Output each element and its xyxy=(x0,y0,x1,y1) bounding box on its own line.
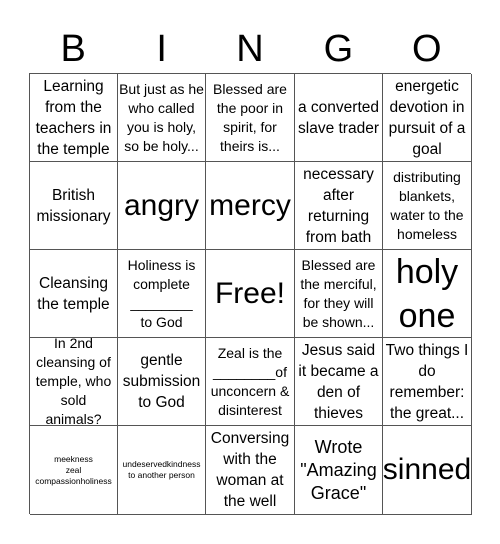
bingo-header: B I N G O xyxy=(29,26,471,72)
bingo-cell[interactable]: holy one xyxy=(383,250,472,338)
bingo-cell[interactable]: Cleansing the temple xyxy=(30,250,118,338)
bingo-cell[interactable]: Zeal is the ________of unconcern & disin… xyxy=(206,338,295,426)
cell-text: Holiness is complete ________ to God xyxy=(127,256,196,330)
cell-text: necessary after returning from bath xyxy=(303,165,374,246)
bingo-cell[interactable]: angry xyxy=(118,162,206,250)
bingo-cell[interactable]: undeservedkindness to another person xyxy=(118,426,206,515)
cell-text: Wrote "Amazing Grace" xyxy=(300,436,377,503)
cell-text: Learning from the teachers in the temple xyxy=(35,77,112,158)
cell-text: mercy xyxy=(209,188,291,222)
header-letter-i: I xyxy=(156,28,167,70)
free-space-cell[interactable]: Free! xyxy=(206,250,295,338)
cell-text: Conversing with the woman at the well xyxy=(210,430,290,510)
header-letter-g: G xyxy=(323,28,354,70)
header-letter-o: O xyxy=(412,28,442,70)
cell-text: sinned xyxy=(383,453,472,486)
bingo-cell[interactable]: gentle submission to God xyxy=(118,338,206,426)
bingo-cell[interactable]: Holiness is complete ________ to God xyxy=(118,250,206,338)
cell-text: In 2nd cleansing of temple, who sold ani… xyxy=(35,338,112,426)
bingo-cell[interactable]: Blessed are the merciful, for they will … xyxy=(295,250,383,338)
cell-text: British missionary xyxy=(36,186,111,225)
bingo-cell[interactable]: Learning from the teachers in the temple xyxy=(30,74,118,162)
cell-text: energetic devotion in pursuit of a goal xyxy=(388,77,466,158)
bingo-cell[interactable]: sinned xyxy=(383,426,472,515)
cell-text: a converted slave trader xyxy=(298,98,379,137)
cell-text: Blessed are the merciful, for they will … xyxy=(300,256,377,330)
cell-text: Zeal is the ________of unconcern & disin… xyxy=(210,344,290,418)
bingo-cell[interactable]: meekness zeal compassionholiness xyxy=(30,426,118,515)
bingo-cell[interactable]: Conversing with the woman at the well xyxy=(206,426,295,515)
bingo-cell[interactable]: necessary after returning from bath xyxy=(295,162,383,250)
bingo-cell[interactable]: Wrote "Amazing Grace" xyxy=(295,426,383,515)
bingo-cell[interactable]: mercy xyxy=(206,162,295,250)
cell-text: But just as he who called you is holy, s… xyxy=(119,80,204,154)
cell-text: meekness zeal compassionholiness xyxy=(35,453,112,486)
cell-text: Cleansing the temple xyxy=(37,274,110,313)
cell-text: distributing blankets, water to the home… xyxy=(390,168,464,242)
bingo-cell[interactable]: a converted slave trader xyxy=(295,74,383,162)
cell-text: undeservedkindness to another person xyxy=(122,459,201,480)
bingo-cell[interactable]: distributing blankets, water to the home… xyxy=(383,162,472,250)
cell-text: Blessed are the poor in spirit, for thei… xyxy=(213,80,287,154)
bingo-cell[interactable]: Two things I do remember: the great... xyxy=(383,338,472,426)
bingo-cell[interactable]: British missionary xyxy=(30,162,118,250)
cell-text: gentle submission to God xyxy=(122,352,201,411)
cell-text: holy one xyxy=(395,252,459,335)
bingo-cell[interactable]: But just as he who called you is holy, s… xyxy=(118,74,206,162)
header-letter-n: N xyxy=(236,28,264,70)
bingo-cell[interactable]: In 2nd cleansing of temple, who sold ani… xyxy=(30,338,118,426)
bingo-grid: Learning from the teachers in the temple… xyxy=(29,73,472,515)
bingo-cell[interactable]: Blessed are the poor in spirit, for thei… xyxy=(206,74,295,162)
free-space-text: Free! xyxy=(214,276,286,310)
bingo-cell[interactable]: energetic devotion in pursuit of a goal xyxy=(383,74,472,162)
bingo-cell[interactable]: Jesus said it became a den of thieves xyxy=(295,338,383,426)
cell-text: Jesus said it became a den of thieves xyxy=(298,341,379,422)
cell-text: angry xyxy=(123,188,200,222)
cell-text: Two things I do remember: the great... xyxy=(385,341,469,422)
header-letter-b: B xyxy=(60,28,86,70)
